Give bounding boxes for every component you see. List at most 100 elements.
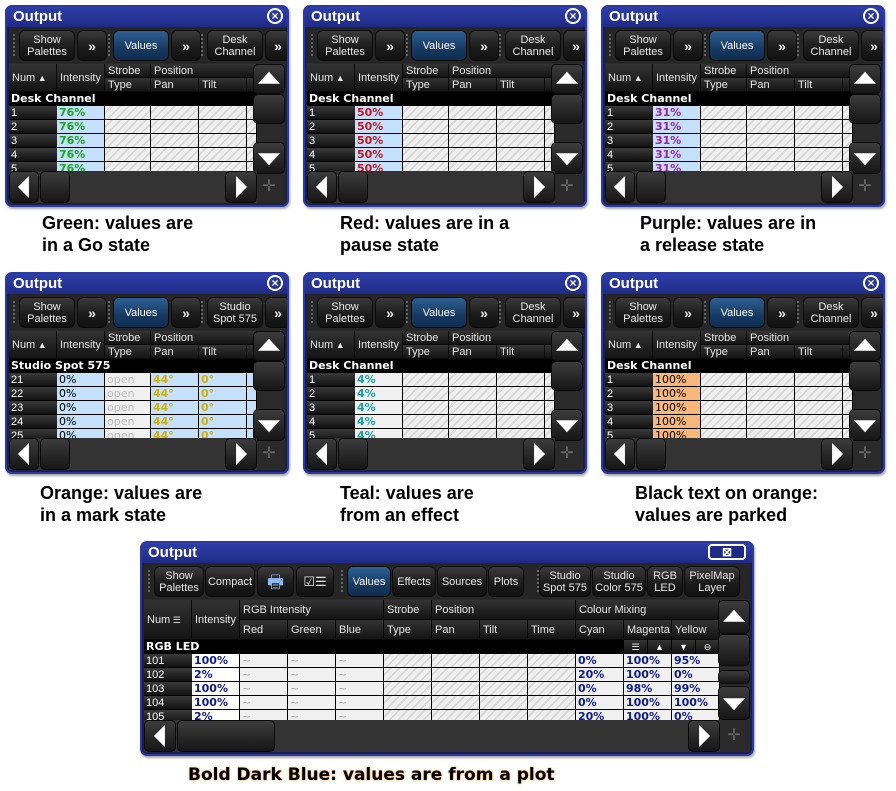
blue-value[interactable]: ~: [336, 668, 384, 682]
intensity-value[interactable]: 0%: [57, 401, 105, 415]
time-cell-empty[interactable]: [528, 696, 576, 710]
pan-cell-empty[interactable]: [432, 682, 480, 696]
title-bar[interactable]: Output ⊠: [142, 543, 752, 563]
scroll-up-button[interactable]: [253, 64, 285, 94]
table-row[interactable]: 2 4%: [307, 387, 555, 401]
pan-column-header[interactable]: Pan: [151, 78, 199, 92]
tilt-column-header[interactable]: Tilt: [795, 78, 843, 92]
strobe-value[interactable]: open: [105, 415, 151, 429]
sort-descending-icon[interactable]: ▼: [672, 640, 695, 654]
intensity-value[interactable]: 76%: [57, 148, 105, 162]
magenta-column-header[interactable]: Magenta: [624, 620, 672, 640]
yellow-column-header[interactable]: Yellow: [672, 620, 720, 640]
tilt-cell-empty[interactable]: [480, 682, 528, 696]
type-cell-empty[interactable]: [384, 682, 432, 696]
blue-value[interactable]: ~: [336, 682, 384, 696]
table-row[interactable]: 4 4%: [307, 415, 555, 429]
scroll-up-button[interactable]: [718, 600, 750, 634]
pan-value[interactable]: 44°: [151, 387, 199, 401]
pan-column-header[interactable]: Pan: [747, 345, 795, 359]
strobe-cell-empty[interactable]: [701, 134, 747, 148]
more-button[interactable]: »: [563, 30, 585, 61]
scroll-down-button[interactable]: [253, 409, 285, 441]
tilt-value[interactable]: 0°: [199, 401, 247, 415]
tilt-value[interactable]: 0°: [199, 415, 247, 429]
toolbar-grip-handle[interactable]: [12, 300, 16, 324]
show-palettes-button[interactable]: Show Palettes: [154, 566, 204, 597]
compact-button[interactable]: Compact: [205, 566, 255, 597]
pan-column-header[interactable]: Pan: [449, 345, 497, 359]
tilt-column-header[interactable]: Tilt: [795, 345, 843, 359]
tilt-column-header[interactable]: Tilt: [497, 78, 545, 92]
pan-cell-empty[interactable]: [449, 106, 497, 120]
intensity-column-header[interactable]: Intensity: [653, 64, 701, 92]
toolbar-grip-handle[interactable]: [608, 33, 612, 57]
yellow-value[interactable]: 95%: [672, 654, 720, 668]
cyan-value[interactable]: 0%: [576, 682, 624, 696]
num-column-header[interactable]: Num ▲: [307, 64, 355, 92]
show-palettes-button[interactable]: Show Palettes: [19, 297, 75, 328]
strobe-type-column-header[interactable]: Type: [403, 345, 449, 359]
table-row[interactable]: 1 31%: [605, 106, 853, 120]
position-column-header[interactable]: Position: [151, 331, 257, 345]
table-row[interactable]: 3 31%: [605, 134, 853, 148]
strobe-column-header[interactable]: Strobe: [403, 64, 449, 78]
strobe-cell-empty[interactable]: [403, 387, 449, 401]
pan-cell-empty[interactable]: [747, 373, 795, 387]
intensity-value[interactable]: 2%: [192, 668, 240, 682]
fixture-type-button[interactable]: Desk Channel: [505, 297, 561, 328]
pan-column-header[interactable]: Pan: [747, 78, 795, 92]
intensity-value[interactable]: 76%: [57, 120, 105, 134]
red-value[interactable]: ~: [240, 696, 288, 710]
toolbar-grip-handle[interactable]: [310, 33, 314, 57]
intensity-value[interactable]: 100%: [653, 415, 701, 429]
scroll-thumb[interactable]: [253, 94, 285, 124]
more-button[interactable]: »: [375, 30, 405, 61]
time-cell-empty[interactable]: [528, 654, 576, 668]
intensity-value[interactable]: 31%: [653, 120, 701, 134]
sort-icon[interactable]: ☰: [624, 640, 647, 654]
vertical-scrollbar[interactable]: [253, 331, 285, 441]
toolbar-grip-handle[interactable]: [405, 300, 409, 324]
more-button[interactable]: »: [673, 297, 703, 328]
pan-cell-empty[interactable]: [432, 668, 480, 682]
position-column-header[interactable]: Position: [449, 331, 555, 345]
table-row[interactable]: 103 100% ~ ~ ~0% 98% 99%: [144, 682, 720, 696]
vertical-scrollbar[interactable]: [551, 331, 583, 441]
table-row[interactable]: 3 50%: [307, 134, 555, 148]
resize-grip-icon[interactable]: ✛: [255, 440, 283, 468]
tilt-cell-empty[interactable]: [497, 106, 545, 120]
blue-column-header[interactable]: Blue: [336, 620, 384, 640]
intensity-value[interactable]: 4%: [355, 387, 403, 401]
scroll-right-button[interactable]: [821, 438, 853, 470]
strobe-value[interactable]: open: [105, 387, 151, 401]
studio-spot-575-button[interactable]: Studio Spot 575: [539, 566, 591, 597]
pan-cell-empty[interactable]: [747, 106, 795, 120]
pan-cell-empty[interactable]: [432, 696, 480, 710]
more-button[interactable]: »: [265, 297, 287, 328]
strobe-cell-empty[interactable]: [701, 373, 747, 387]
position-column-header[interactable]: Position: [151, 64, 257, 78]
toolbar-grip-handle[interactable]: [340, 569, 344, 593]
strobe-cell-empty[interactable]: [403, 134, 449, 148]
print-button[interactable]: 🖶: [257, 566, 294, 597]
type-cell-empty[interactable]: [384, 668, 432, 682]
tilt-column-header[interactable]: Tilt: [199, 78, 247, 92]
vertical-scrollbar[interactable]: [849, 331, 881, 441]
scroll-thumb[interactable]: [718, 634, 750, 666]
more-button[interactable]: »: [673, 30, 703, 61]
magenta-value[interactable]: 100%: [624, 668, 672, 682]
type-cell-empty[interactable]: [384, 654, 432, 668]
rgb-led-button[interactable]: RGB LED: [647, 566, 683, 597]
sort-ascending-icon[interactable]: ▲: [648, 640, 671, 654]
toolbar-grip-handle[interactable]: [310, 300, 314, 324]
green-value[interactable]: ~: [288, 668, 336, 682]
fixture-type-button[interactable]: Desk Channel: [803, 30, 859, 61]
strobe-cell-empty[interactable]: [701, 401, 747, 415]
strobe-column-header[interactable]: Strobe: [701, 64, 747, 78]
type-cell-empty[interactable]: [384, 696, 432, 710]
yellow-value[interactable]: 100%: [672, 696, 720, 710]
horizontal-scroll-thumb[interactable]: [338, 438, 368, 470]
tilt-column-header[interactable]: Tilt: [497, 345, 545, 359]
values-button[interactable]: Values: [709, 30, 765, 61]
